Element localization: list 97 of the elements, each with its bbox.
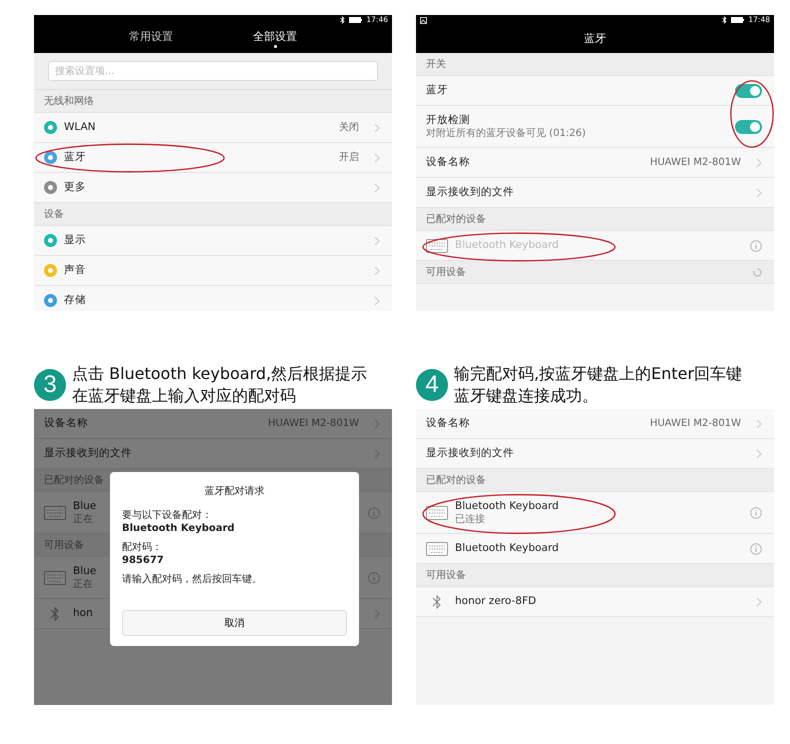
section-header: 无线和网络: [44, 94, 94, 108]
device-name: Bluetooth Keyboard: [455, 541, 559, 556]
battery-icon: [731, 17, 744, 23]
cancel-button[interactable]: 取消: [122, 610, 347, 636]
section-header: 可用设备: [426, 568, 466, 582]
chevron-icon: [374, 236, 380, 246]
setting-value: HUAWEI M2-801W: [268, 417, 359, 431]
chevron-icon: [756, 188, 762, 198]
dialog-title: 蓝牙配对请求: [204, 484, 266, 499]
setting-row[interactable]: 蓝牙 开启: [34, 143, 392, 173]
setting-label: 显示接收到的文件: [44, 446, 132, 461]
setting-row[interactable]: 显示接收到的文件: [416, 439, 774, 469]
info-icon[interactable]: [750, 506, 762, 518]
setting-row[interactable]: 显示接收到的文件: [416, 178, 774, 208]
chevron-icon: [756, 448, 762, 458]
section-header: 已配对的设备: [44, 474, 104, 488]
section-header: 开关: [426, 58, 446, 72]
section-header: 可用设备: [426, 266, 466, 280]
setting-label: WLAN: [64, 120, 96, 135]
chevron-icon: [374, 182, 380, 192]
setting-label: 声音: [64, 262, 86, 278]
setting-label: 更多: [64, 180, 86, 195]
toggle-switch[interactable]: [735, 120, 762, 134]
setting-value: 开启: [339, 150, 359, 165]
device-row[interactable]: Bluetooth Keyboard: [416, 534, 774, 564]
keyboard-icon: [426, 238, 448, 252]
chevron-icon: [374, 266, 380, 276]
field-label: 要与以下设备配对：: [122, 509, 213, 522]
section-header: 已配对的设备: [426, 212, 486, 226]
device-status: 正在: [73, 578, 94, 592]
step-caption: 输完配对码,按蓝牙键盘上的Enter回车键 蓝牙键盘连接成功。: [454, 363, 742, 407]
screen-title: 蓝牙: [416, 25, 774, 53]
settings-tab[interactable]: 常用设置: [129, 30, 173, 48]
setting-label: 开放检测: [426, 112, 471, 127]
setting-row[interactable]: 设备名称 HUAWEI M2-801W: [416, 409, 774, 439]
section-header: 可用设备: [44, 538, 84, 552]
keyboard-icon: [44, 570, 66, 584]
device-row[interactable]: Bluetooth Keyboard 已连接: [416, 492, 774, 534]
field-value: Bluetooth Keyboard: [122, 522, 236, 535]
setting-label: 蓝牙: [64, 150, 86, 165]
setting-row[interactable]: WLAN 关闭: [34, 113, 392, 143]
field-label: 配对码：: [122, 541, 163, 554]
chevron-icon: [756, 158, 762, 168]
chevron-icon: [374, 296, 380, 306]
setting-label: 设备名称: [44, 416, 88, 431]
setting-row[interactable]: 显示: [34, 226, 392, 256]
search-field[interactable]: 搜索设置项...: [48, 61, 378, 81]
device-status: 已连接: [455, 512, 486, 526]
section-header: 已配对的设备: [426, 474, 486, 488]
setting-value: HUAWEI M2-801W: [650, 156, 741, 170]
chevron-icon: [374, 122, 380, 132]
info-icon[interactable]: [750, 542, 762, 554]
section-header: 设备: [44, 208, 64, 222]
image-icon: [420, 16, 427, 24]
keyboard-icon: [426, 542, 448, 556]
info-icon[interactable]: [368, 572, 380, 584]
device-name: Blue: [73, 564, 96, 578]
step-caption: 点击 Bluetooth keyboard,然后根据提示 在蓝牙键盘上输入对应的配对码: [72, 363, 368, 407]
toggle-switch[interactable]: [735, 84, 762, 98]
field-value: 985677: [122, 554, 165, 567]
settings-tab[interactable]: 全部设置: [253, 30, 297, 48]
info-icon[interactable]: [368, 506, 380, 518]
device-name: Blue: [73, 498, 96, 513]
setting-label: 显示接收到的文件: [426, 446, 514, 461]
chevron-icon: [374, 152, 380, 162]
dialog-message: 请输入配对码，然后按回车键。: [122, 573, 263, 586]
device-name: Bluetooth Keyboard: [455, 238, 559, 253]
setting-label: 设备名称: [426, 416, 470, 431]
bluetooth-icon: [340, 16, 346, 24]
setting-row[interactable]: 设备名称 HUAWEI M2-801W: [416, 148, 774, 178]
chevron-icon: [756, 596, 762, 606]
setting-value: 关闭: [339, 120, 359, 135]
setting-row[interactable]: 更多: [34, 173, 392, 203]
step-number: 4: [416, 369, 448, 401]
device-row[interactable]: honor zero-8FD: [416, 587, 774, 617]
battery-icon: [349, 17, 362, 23]
setting-label: 存储: [64, 292, 86, 308]
device-name: hon: [73, 606, 93, 621]
bluetooth-icon: [50, 606, 60, 622]
setting-label: 设备名称: [426, 154, 470, 170]
setting-label: 显示接收到的文件: [426, 184, 514, 200]
keyboard-icon: [426, 506, 448, 520]
bluetooth-icon: [722, 16, 728, 24]
chevron-icon: [756, 418, 762, 428]
device-status: 正在: [73, 512, 94, 526]
step-number: 3: [34, 369, 66, 401]
setting-row[interactable]: 存储: [34, 286, 392, 311]
setting-row[interactable]: 声音: [34, 256, 392, 286]
device-name: honor zero-8FD: [455, 594, 536, 609]
setting-subtitle: 对附近所有的蓝牙设备可见 (01:26): [426, 126, 586, 140]
setting-label: 显示: [64, 232, 86, 248]
bluetooth-icon: [432, 594, 442, 610]
info-icon[interactable]: [750, 240, 762, 252]
device-name: Bluetooth Keyboard: [455, 498, 559, 513]
keyboard-icon: [44, 506, 66, 520]
setting-value: HUAWEI M2-801W: [650, 417, 741, 431]
setting-label: 蓝牙: [426, 83, 448, 98]
